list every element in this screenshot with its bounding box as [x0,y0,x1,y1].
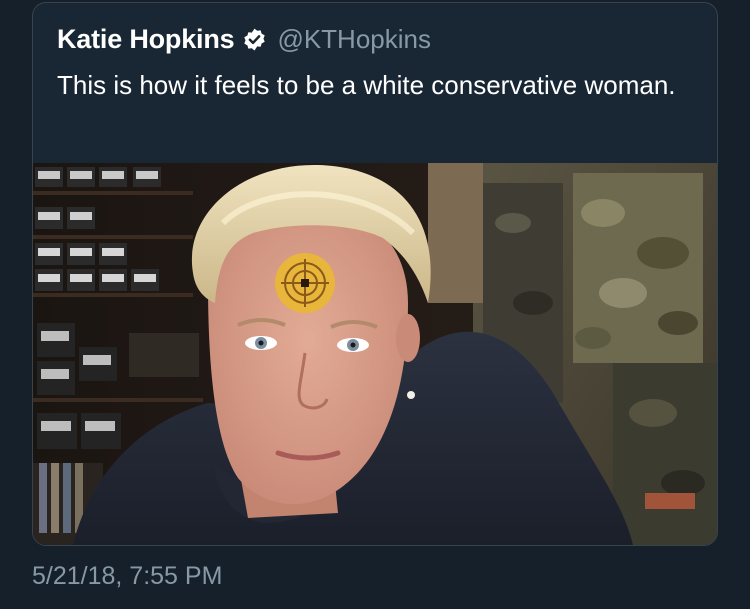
tweet-photo[interactable] [33,163,717,545]
verified-badge-icon [242,27,267,52]
author-name[interactable]: Katie Hopkins [57,24,235,55]
screenshot: Katie Hopkins @KTHopkins This is how it … [0,0,750,609]
author-handle[interactable]: @KTHopkins [277,24,431,55]
tweet-timestamp[interactable]: 5/21/18, 7:55 PM [32,562,222,591]
tweet-card[interactable]: Katie Hopkins @KTHopkins This is how it … [32,2,718,546]
tweet-header: Katie Hopkins @KTHopkins [57,23,431,55]
tweet-text: This is how it feels to be a white conse… [57,70,676,100]
target-sticker [275,253,335,313]
